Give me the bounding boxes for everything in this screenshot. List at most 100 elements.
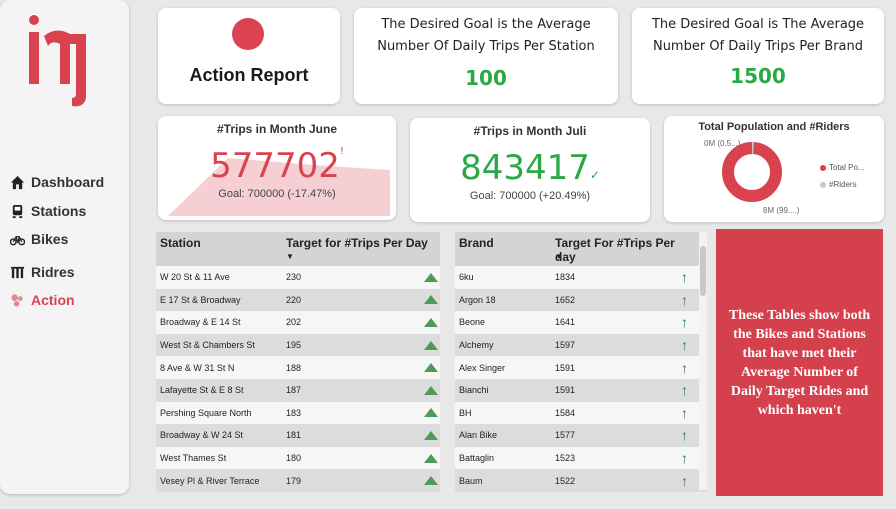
station-icon <box>12 204 23 218</box>
target-cell: 179 <box>286 475 302 486</box>
up-triangle-icon <box>424 363 438 373</box>
cell-icon <box>420 385 440 395</box>
column-header-label: Brand <box>459 236 494 250</box>
brand-cell: BH <box>459 407 472 418</box>
sort-desc-icon: ▼ <box>286 252 294 261</box>
legend-label: Total Po... <box>829 163 865 172</box>
cell-icon <box>420 453 440 463</box>
cell-icon: ↑ <box>677 270 699 284</box>
nav-stations[interactable]: Stations <box>10 203 86 219</box>
station-cell: E 17 St & Broadway <box>160 294 241 305</box>
target-cell: 183 <box>286 407 302 418</box>
table-header: Brand Target For #Trips Per day ▼ <box>455 232 707 266</box>
table-row[interactable]: Lafayette St & E 8 St 187 <box>156 378 440 402</box>
table-row[interactable]: 8 Ave & W 31 St N 188 <box>156 356 440 379</box>
app-logo <box>29 15 86 107</box>
cell-icon: ↑ <box>677 338 699 352</box>
goal-brand-value: 1500 <box>730 64 786 88</box>
nav-label: Dashboard <box>31 174 105 190</box>
target-cell: 220 <box>286 294 302 305</box>
target-cell: 1834 <box>555 272 576 283</box>
up-triangle-icon <box>424 317 438 327</box>
goal-station-card: The Desired Goal is the Average Number O… <box>354 8 618 104</box>
cell-icon: ↑ <box>677 474 699 488</box>
kpi-july-number: 843417 <box>460 148 590 188</box>
check-icon: ✓ <box>589 168 600 182</box>
table-row[interactable]: Baum 1522 ↑ <box>455 469 707 492</box>
table-row[interactable]: Vesey Pl & River Terrace 179 <box>156 469 440 492</box>
cell-icon <box>420 340 440 350</box>
table-row[interactable]: W 20 St & 11 Ave 230 <box>156 266 440 289</box>
legend-total-population[interactable]: Total Po... <box>820 163 865 172</box>
up-triangle-icon <box>424 295 438 305</box>
brand-cell: Baum <box>459 475 483 486</box>
up-triangle-icon <box>424 272 438 282</box>
nav-ridres[interactable]: Ridres <box>10 264 75 280</box>
table-row[interactable]: Beone 1641 ↑ <box>455 311 707 334</box>
cell-icon: ↑ <box>677 428 699 442</box>
nav-bikes[interactable]: Bikes <box>10 231 68 247</box>
nav-label: Action <box>31 292 75 308</box>
cell-icon: ↑ <box>677 293 699 307</box>
target-cell: 180 <box>286 453 302 464</box>
table-row[interactable]: Broadway & W 24 St 181 <box>156 424 440 447</box>
scrollbar-thumb[interactable] <box>700 246 706 296</box>
nav-label: Stations <box>31 203 87 219</box>
target-cell: 202 <box>286 317 302 328</box>
target-cell: 1591 <box>555 385 576 396</box>
legend-riders[interactable]: #Riders <box>820 180 857 189</box>
explanation-note-text: These Tables show both the Bikes and Sta… <box>728 307 871 418</box>
table-row[interactable]: 6ku 1834 ↑ <box>455 266 707 289</box>
table-row[interactable]: West St & Chambers St 195 <box>156 333 440 357</box>
table-row[interactable]: Bianchi 1591 ↑ <box>455 378 707 402</box>
brand-cell: Battaglin <box>459 453 495 464</box>
col-target[interactable]: Target For #Trips Per day ▼ <box>551 232 699 266</box>
table-row[interactable]: Alchemy 1597 ↑ <box>455 333 707 357</box>
up-arrow-icon: ↑ <box>681 292 688 307</box>
up-arrow-icon: ↑ <box>681 270 688 285</box>
col-brand[interactable]: Brand <box>455 232 551 266</box>
goal-brand-card: The Desired Goal is The Average Number O… <box>632 8 884 104</box>
target-cell: 1641 <box>555 317 576 328</box>
brand-cell: Alan Bike <box>459 430 498 441</box>
legend-label: #Riders <box>829 180 857 189</box>
population-riders-card: Total Population and #Riders 0M (0.5...)… <box>664 116 884 222</box>
cell-icon: ↑ <box>677 383 699 397</box>
donut-label-bottom: 8M (99....) <box>763 206 800 215</box>
target-cell: 195 <box>286 340 302 351</box>
station-cell: Broadway & W 24 St <box>160 430 244 441</box>
target-cell: 1523 <box>555 453 576 464</box>
table-row[interactable]: Battaglin 1523 ↑ <box>455 446 707 470</box>
brand-cell: Bianchi <box>459 385 489 396</box>
brand-cell: Alex Singer <box>459 362 506 373</box>
station-cell: W 20 St & 11 Ave <box>160 272 230 283</box>
table-scrollbar[interactable] <box>699 232 707 490</box>
table-header: Station Target for #Trips Per Day ▼ <box>156 232 440 266</box>
col-station[interactable]: Station <box>156 232 282 266</box>
column-header-label: Target For #Trips Per day <box>555 236 675 264</box>
table-row[interactable]: Alan Bike 1577 ↑ <box>455 424 707 447</box>
table-row[interactable]: Alex Singer 1591 ↑ <box>455 356 707 379</box>
donut-title: Total Population and #Riders <box>698 121 850 133</box>
nav-action[interactable]: Action <box>10 292 75 308</box>
kpi-june-card: #Trips in Month June 577702! Goal: 70000… <box>158 116 396 220</box>
nav-dashboard[interactable]: Dashboard <box>10 174 104 190</box>
table-row[interactable]: BH 1584 ↑ <box>455 401 707 425</box>
table-row[interactable]: West Thames St 180 <box>156 446 440 470</box>
sort-desc-icon: ▼ <box>555 252 563 261</box>
bike-icon <box>10 235 25 245</box>
up-arrow-icon: ↑ <box>681 360 688 375</box>
table-row[interactable]: Argon 18 1652 ↑ <box>455 288 707 312</box>
target-cell: 188 <box>286 362 302 373</box>
up-arrow-icon: ↑ <box>681 451 688 466</box>
table-row[interactable]: Pershing Square North 183 <box>156 401 440 425</box>
up-arrow-icon: ↑ <box>681 405 688 420</box>
table-row[interactable]: E 17 St & Broadway 220 <box>156 288 440 312</box>
table-row[interactable]: Broadway & E 14 St 202 <box>156 311 440 334</box>
station-cell: Pershing Square North <box>160 407 252 418</box>
population-donut-chart[interactable] <box>720 140 784 204</box>
table-body: 6ku 1834 ↑ Argon 18 1652 ↑ Beone 1641 ↑ Alchemy 15… <box>455 266 707 492</box>
col-target[interactable]: Target for #Trips Per Day ▼ <box>282 232 440 266</box>
target-cell: 1522 <box>555 475 576 486</box>
target-cell: 187 <box>286 385 302 396</box>
